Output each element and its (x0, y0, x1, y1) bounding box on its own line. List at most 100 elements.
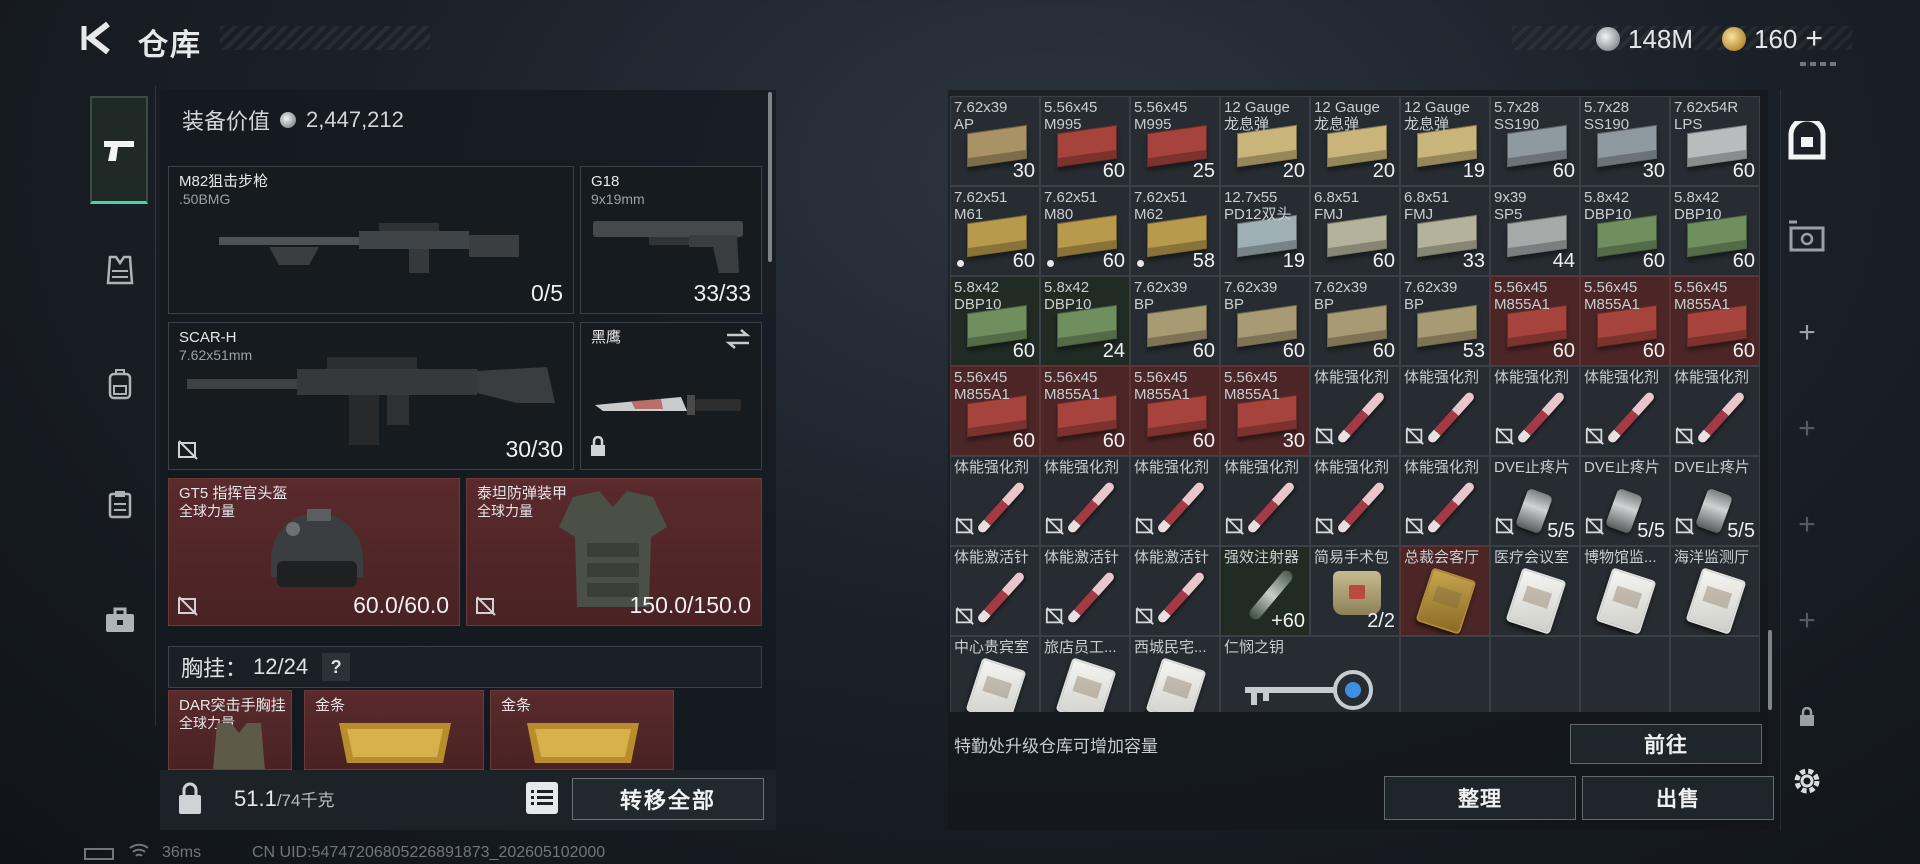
stash-item[interactable]: 5.8x42 DBP10 60 (950, 276, 1040, 366)
stash-item[interactable]: DVE止疼片 5/5 (1580, 456, 1670, 546)
stash-item[interactable]: 7.62x39 BP 60 (1310, 276, 1400, 366)
stash-item[interactable]: 12 Gauge 龙息弹 19 (1400, 96, 1490, 186)
no-drop-icon (1675, 426, 1695, 451)
rail-pouch[interactable] (92, 476, 148, 532)
back-button[interactable] (78, 18, 118, 58)
stash-item[interactable]: DVE止疼片 5/5 (1670, 456, 1760, 546)
stash-item[interactable]: DVE止疼片 5/5 (1490, 456, 1580, 546)
keycard-icon (1505, 567, 1567, 635)
swap-icon[interactable] (725, 329, 751, 354)
add-icon[interactable]: + (1784, 406, 1830, 452)
primary-weapon-slot-1[interactable]: M82狙击步枪 .50BMG 0/5 (168, 166, 574, 314)
stash-item[interactable]: 体能强化剂 (1670, 366, 1760, 456)
stash-scrollbar[interactable] (1768, 630, 1772, 710)
stash-item[interactable]: 7.62x51 M62 58 (1130, 186, 1220, 276)
stash-item[interactable]: 5.56x45 M855A1 60 (1040, 366, 1130, 456)
stash-item[interactable]: 5.56x45 M855A1 60 (1580, 276, 1670, 366)
help-icon[interactable]: ? (322, 653, 351, 681)
stash-item[interactable]: 6.8x51 FMJ 60 (1310, 186, 1400, 276)
add-gold-icon[interactable]: + (1805, 22, 1823, 56)
stash-item[interactable]: 5.8x42 DBP10 60 (1670, 186, 1760, 276)
empty-slot[interactable] (1670, 636, 1760, 712)
stash-item[interactable]: 7.62x51 M61 60 (950, 186, 1040, 276)
stash-item[interactable]: 体能强化剂 (1580, 366, 1670, 456)
stash-item[interactable]: 5.56x45 M855A1 60 (950, 366, 1040, 456)
gold-bar-slot-1[interactable]: 金条 (304, 690, 484, 770)
stash-item[interactable]: 强效注射器 +60 (1220, 546, 1310, 636)
melee-slot[interactable]: 黑鹰 (580, 322, 762, 470)
stash-item[interactable]: 体能激活针 (1130, 546, 1220, 636)
stash-item[interactable]: 5.56x45 M995 60 (1040, 96, 1130, 186)
settings-button[interactable] (1784, 758, 1830, 804)
stash-item[interactable]: 5.56x45 M855A1 60 (1130, 366, 1220, 456)
stash-item[interactable]: 5.7x28 SS190 60 (1490, 96, 1580, 186)
stash-item[interactable]: 7.62x39 AP 30 (950, 96, 1040, 186)
primary-weapon-slot-2[interactable]: SCAR-H 7.62x51mm 30/30 (168, 322, 574, 470)
stash-item[interactable]: 总裁会客厅 (1400, 546, 1490, 636)
stash-item[interactable]: 5.8x42 DBP10 24 (1040, 276, 1130, 366)
equipment-scrollbar[interactable] (768, 92, 772, 262)
stash-item[interactable]: 7.62x39 BP 60 (1130, 276, 1220, 366)
stash-item[interactable]: 5.56x45 M855A1 30 (1220, 366, 1310, 456)
stash-item[interactable]: 5.7x28 SS190 30 (1580, 96, 1670, 186)
add-icon[interactable]: + (1784, 598, 1830, 644)
stash-item[interactable]: 7.62x39 BP 53 (1400, 276, 1490, 366)
stash-item[interactable]: 体能强化剂 (1310, 456, 1400, 546)
stash-item[interactable]: 体能强化剂 (1400, 366, 1490, 456)
transfer-all-button[interactable]: 转移全部 (572, 778, 764, 820)
stash-item[interactable]: 7.62x54R LPS 60 (1670, 96, 1760, 186)
stash-item[interactable]: 医疗会议室 (1490, 546, 1580, 636)
stash-item[interactable]: 体能强化剂 (1400, 456, 1490, 546)
stash-item[interactable]: 12.7x55 PD12双头 19 (1220, 186, 1310, 276)
gold-currency[interactable]: 160 + (1722, 22, 1823, 56)
stash-item[interactable]: 6.8x51 FMJ 33 (1400, 186, 1490, 276)
empty-slot[interactable] (1490, 636, 1580, 712)
empty-slot[interactable] (1580, 636, 1670, 712)
list-view-button[interactable] (526, 782, 558, 814)
sidearm-slot[interactable]: G18 9x19mm 33/33 (580, 166, 762, 314)
no-drop-icon (177, 439, 199, 461)
stash-item[interactable]: 体能强化剂 (1310, 366, 1400, 456)
knife-icon (595, 395, 741, 415)
stash-item[interactable]: 仁悯之钥 (1220, 636, 1400, 712)
stash-item[interactable]: 5.56x45 M855A1 60 (1670, 276, 1760, 366)
stash-item[interactable]: 12 Gauge 龙息弹 20 (1310, 96, 1400, 186)
stash-item[interactable]: 5.56x45 M855A1 60 (1490, 276, 1580, 366)
rail-vest[interactable] (92, 242, 148, 298)
add-icon[interactable]: + (1784, 502, 1830, 548)
stash-item[interactable]: 7.62x51 M80 60 (1040, 186, 1130, 276)
rail-weapons[interactable] (90, 96, 148, 204)
empty-slot[interactable] (1400, 636, 1490, 712)
stash-item[interactable]: 简易手术包 2/2 (1310, 546, 1400, 636)
item-quantity: 60 (1732, 250, 1755, 272)
stash-item[interactable]: 12 Gauge 龙息弹 20 (1220, 96, 1310, 186)
stash-item[interactable]: 旅店员工... (1040, 636, 1130, 712)
stash-item[interactable]: 体能激活针 (1040, 546, 1130, 636)
stash-item[interactable]: 中心贵宾室 (950, 636, 1040, 712)
safe-box-button[interactable] (1784, 118, 1830, 164)
stash-item[interactable]: 体能强化剂 (1490, 366, 1580, 456)
stash-item[interactable]: 体能强化剂 (950, 456, 1040, 546)
rail-backpack[interactable] (92, 356, 148, 412)
stash-item[interactable]: 体能强化剂 (1220, 456, 1310, 546)
stash-item[interactable]: 体能强化剂 (1040, 456, 1130, 546)
stash-item[interactable]: 7.62x39 BP 60 (1220, 276, 1310, 366)
chest-rig-slot[interactable]: DAR突击手胸挂 全球力量 (168, 690, 292, 770)
stash-item[interactable]: 5.56x45 M995 25 (1130, 96, 1220, 186)
stash-item[interactable]: 西城民宅... (1130, 636, 1220, 712)
stash-item[interactable]: 5.8x42 DBP10 60 (1580, 186, 1670, 276)
stash-item[interactable]: 海洋监测厅 (1670, 546, 1760, 636)
stash-item[interactable]: 9x39 SP5 44 (1490, 186, 1580, 276)
organize-button[interactable]: 整理 (1384, 776, 1576, 820)
exchange-button[interactable] (1784, 214, 1830, 260)
stash-item[interactable]: 体能强化剂 (1130, 456, 1220, 546)
helmet-slot[interactable]: GT5 指挥官头盔 全球力量 60.0/60.0 (168, 478, 460, 626)
gold-bar-slot-2[interactable]: 金条 (490, 690, 674, 770)
rail-toolbox[interactable] (92, 592, 148, 648)
stash-item[interactable]: 博物馆监... (1580, 546, 1670, 636)
armor-slot[interactable]: 泰坦防弹装甲 全球力量 150.0/150.0 (466, 478, 762, 626)
goto-button[interactable]: 前往 (1570, 724, 1762, 764)
add-icon[interactable]: + (1784, 310, 1830, 356)
stash-item[interactable]: 体能激活针 (950, 546, 1040, 636)
sell-button[interactable]: 出售 (1582, 776, 1774, 820)
